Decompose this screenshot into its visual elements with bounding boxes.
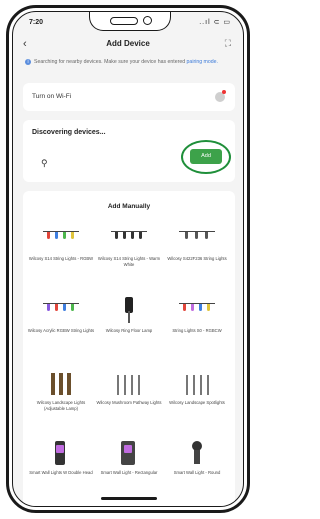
page-title: Add Device <box>106 39 150 48</box>
device-item[interactable]: Smart Wall Light - Rectangular <box>95 439 163 476</box>
pairing-mode-link[interactable]: pairing mode. <box>187 59 218 65</box>
add-button[interactable]: Add <box>190 149 222 164</box>
signal-battery-icon: ..ıl ⊂ ▭ <box>199 19 231 26</box>
wifi-card[interactable]: Turn on Wi-Fi <box>23 83 235 111</box>
device-name: Wilcosy Landscape Spotlights <box>169 400 225 405</box>
device-item[interactable]: Smart Wall Light - Round <box>163 439 231 476</box>
device-name: Wilcosy Mushroom Pathway Lights <box>96 400 162 405</box>
wifi-label: Turn on Wi-Fi <box>32 93 72 100</box>
wall-light-round-icon <box>177 439 217 467</box>
device-item[interactable]: String Lights S0 - RGBCW <box>163 297 231 334</box>
device-item[interactable]: Wilcosy S422F236 String Lights <box>163 225 231 262</box>
device-name: Smart Wall Lights W Double Head <box>29 470 93 475</box>
status-time: 7:20 <box>29 19 44 26</box>
add-manually-heading: Add Manually <box>107 203 151 210</box>
discovering-card: Discovering devices... ⚲ Add <box>23 120 235 182</box>
device-item[interactable]: Wilcosy Ring Floor Lamp <box>95 297 163 334</box>
wall-light-icon <box>109 439 149 467</box>
string-lights-icon <box>177 297 217 325</box>
device-item[interactable]: Wilcosy S14 String Lights - Warm White <box>95 225 163 267</box>
string-lights-icon <box>109 225 149 253</box>
device-name: Smart Wall Light - Rectangular <box>100 470 158 475</box>
device-item[interactable]: Wilcosy Landscape Lights (Adjustable Lam… <box>27 369 95 411</box>
device-name: String Lights S0 - RGBCW <box>172 328 222 333</box>
home-indicator[interactable] <box>101 497 157 500</box>
info-icon: i <box>25 59 31 65</box>
device-item[interactable]: Smart Wall Lights W Double Head <box>27 439 95 476</box>
spotlights-icon <box>177 369 217 397</box>
add-manually-card: Add Manually Wilcosy S14 String Lights -… <box>23 191 235 506</box>
discovering-label: Discovering devices... <box>32 129 106 136</box>
wall-light-icon <box>41 439 81 467</box>
device-name: Wilcosy S14 String Lights - RGBW <box>28 256 94 261</box>
string-lights-icon <box>41 225 81 253</box>
device-name: Wilcosy Ring Floor Lamp <box>105 328 153 333</box>
device-name: Wilcosy S14 String Lights - Warm White <box>97 256 161 267</box>
phone-screen: 7:20 ..ıl ⊂ ▭ ‹ Add Device ⛶ i Searching … <box>12 11 244 507</box>
hint-text: Searching for nearby devices. Make sure … <box>34 59 187 65</box>
alert-dot-icon <box>222 90 226 94</box>
discovered-device-icon: ⚲ <box>41 158 48 168</box>
acrylic-lights-icon <box>41 297 81 325</box>
device-name: Wilcosy Acrylic RGBW String Lights <box>27 328 95 333</box>
search-hint: i Searching for nearby devices. Make sure… <box>25 59 233 66</box>
device-name: Smart Wall Light - Round <box>173 470 221 475</box>
floor-lamp-icon <box>109 297 149 325</box>
device-item[interactable]: Wilcosy Acrylic RGBW String Lights <box>27 297 95 334</box>
device-item[interactable]: Wilcosy Mushroom Pathway Lights <box>95 369 163 406</box>
device-item[interactable]: Wilcosy Landscape Spotlights <box>163 369 231 406</box>
scan-icon[interactable]: ⛶ <box>225 38 231 49</box>
pathway-lights-icon <box>109 369 149 397</box>
app-header: ‹ Add Device ⛶ <box>13 36 243 54</box>
device-name: Wilcosy Landscape Lights (Adjustable Lam… <box>36 400 86 411</box>
string-lights-icon <box>177 225 217 253</box>
status-bar: 7:20 ..ıl ⊂ ▭ <box>13 12 243 34</box>
device-name: Wilcosy S422F236 String Lights <box>167 256 227 261</box>
device-item[interactable]: Wilcosy S14 String Lights - RGBW <box>27 225 95 262</box>
landscape-lights-icon <box>41 369 81 397</box>
